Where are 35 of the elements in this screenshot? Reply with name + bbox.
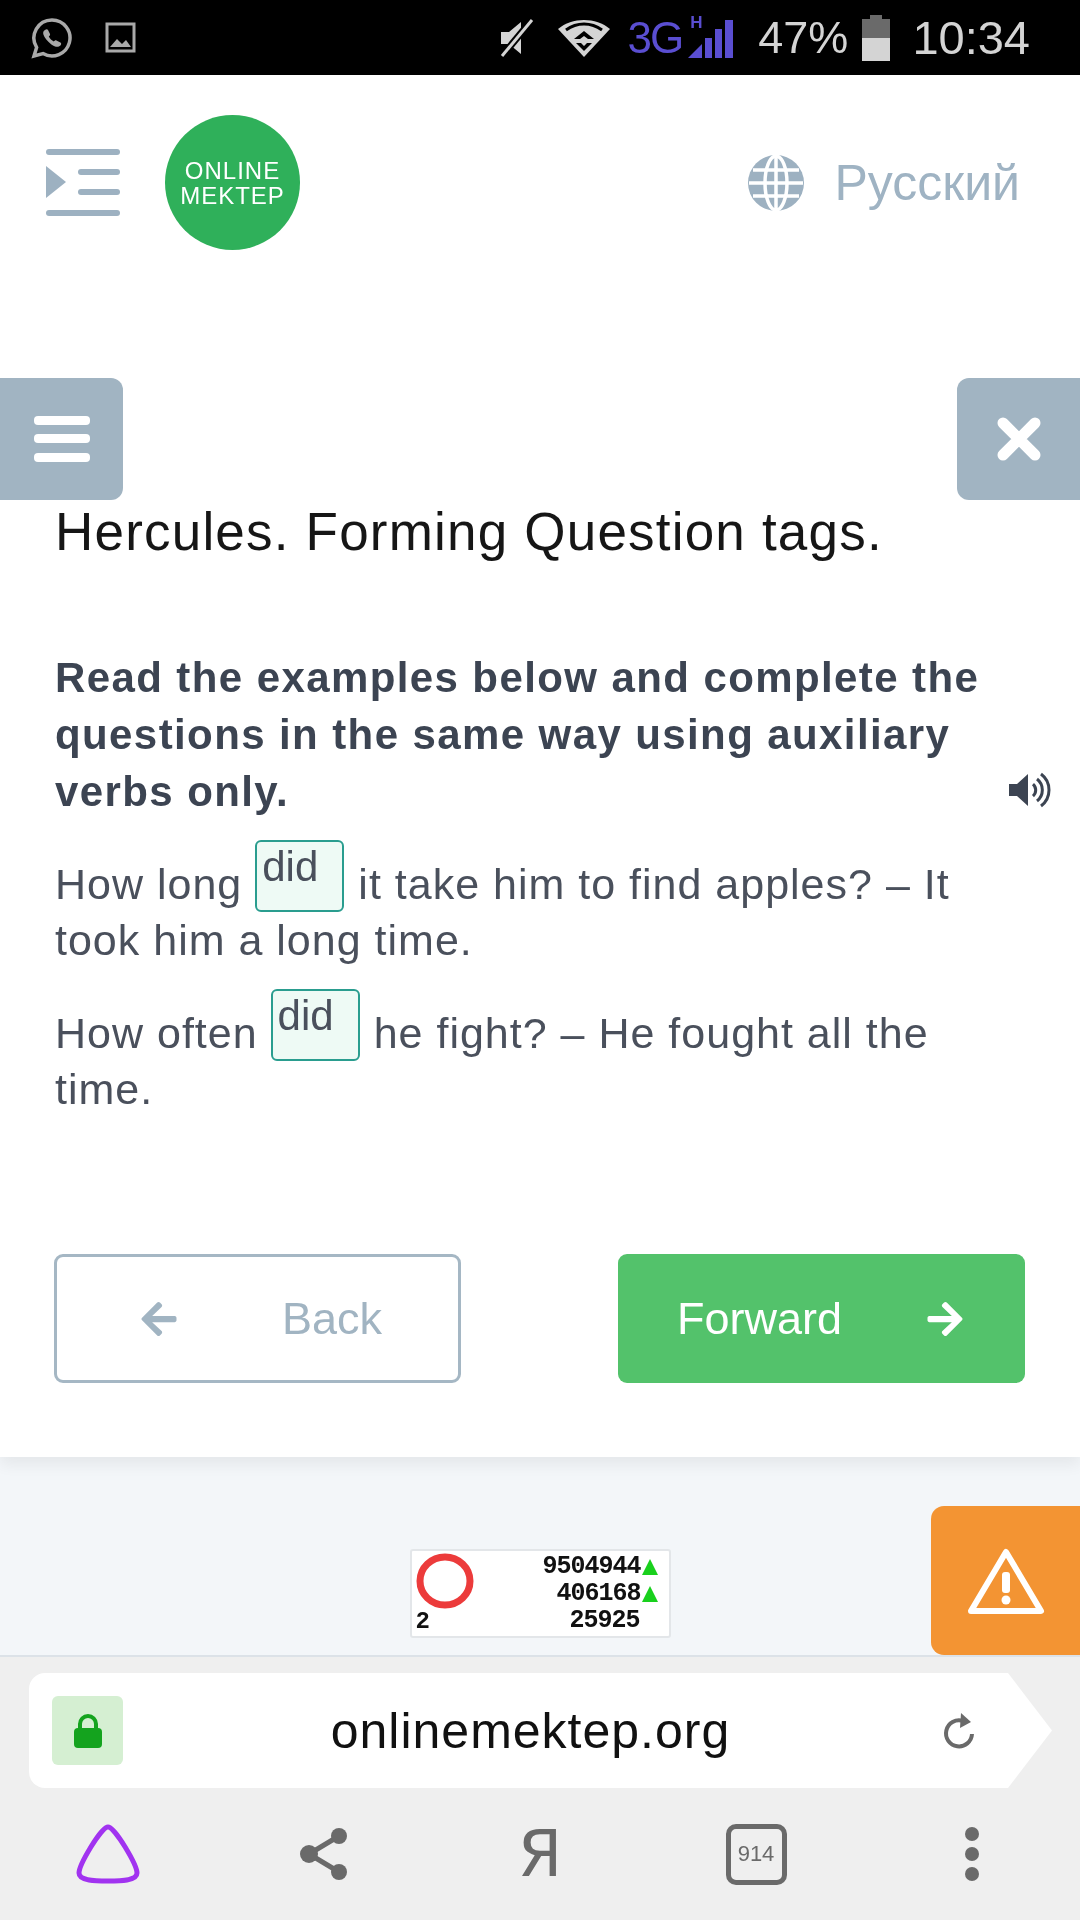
ring-icon	[415, 1553, 474, 1609]
network-type: 3G	[627, 15, 683, 60]
counter-value: 25925	[569, 1607, 640, 1634]
search-button[interactable]: Я	[517, 1822, 563, 1886]
instruction-text: Read the examples below and complete the questions in the same way using auxiliary verbs only.	[55, 653, 981, 817]
more-icon[interactable]	[964, 1826, 980, 1882]
tabs-button[interactable]: 914	[725, 1823, 787, 1885]
address-bar[interactable]: onlinemektep.org	[29, 1673, 1052, 1788]
security-badge[interactable]	[52, 1696, 123, 1765]
menu-icon	[33, 416, 90, 462]
image-icon	[105, 22, 136, 53]
close-icon	[996, 417, 1041, 461]
lesson-title: Hercules. Forming Question tags.	[54, 501, 884, 563]
globe-icon	[748, 154, 805, 211]
menu-icon[interactable]	[46, 148, 120, 217]
battery-icon	[862, 14, 891, 61]
triangle-icon[interactable]	[75, 1823, 141, 1885]
speaker-icon[interactable]	[1009, 772, 1051, 808]
counter-value: 406168	[556, 1580, 641, 1607]
logo[interactable]: ONLINE MEKTEP	[165, 115, 300, 250]
answer-field[interactable]: did	[255, 840, 345, 912]
battery-level: 47%	[758, 15, 849, 60]
counter-rank: 2	[415, 1610, 430, 1634]
network-subtype: H	[690, 13, 703, 31]
warning-icon	[966, 1546, 1045, 1615]
share-icon[interactable]	[299, 1827, 349, 1881]
logo-text: ONLINE	[184, 157, 281, 183]
lock-icon	[72, 1712, 103, 1749]
logo-text: MEKTEP	[180, 182, 285, 208]
answer-field[interactable]: did	[270, 989, 360, 1061]
chat-icon	[31, 16, 73, 59]
report-button[interactable]	[931, 1506, 1080, 1655]
url-text: onlinemektep.org	[329, 1701, 732, 1760]
clock: 10:34	[912, 14, 1030, 61]
counter-value: 9504944	[542, 1553, 641, 1580]
